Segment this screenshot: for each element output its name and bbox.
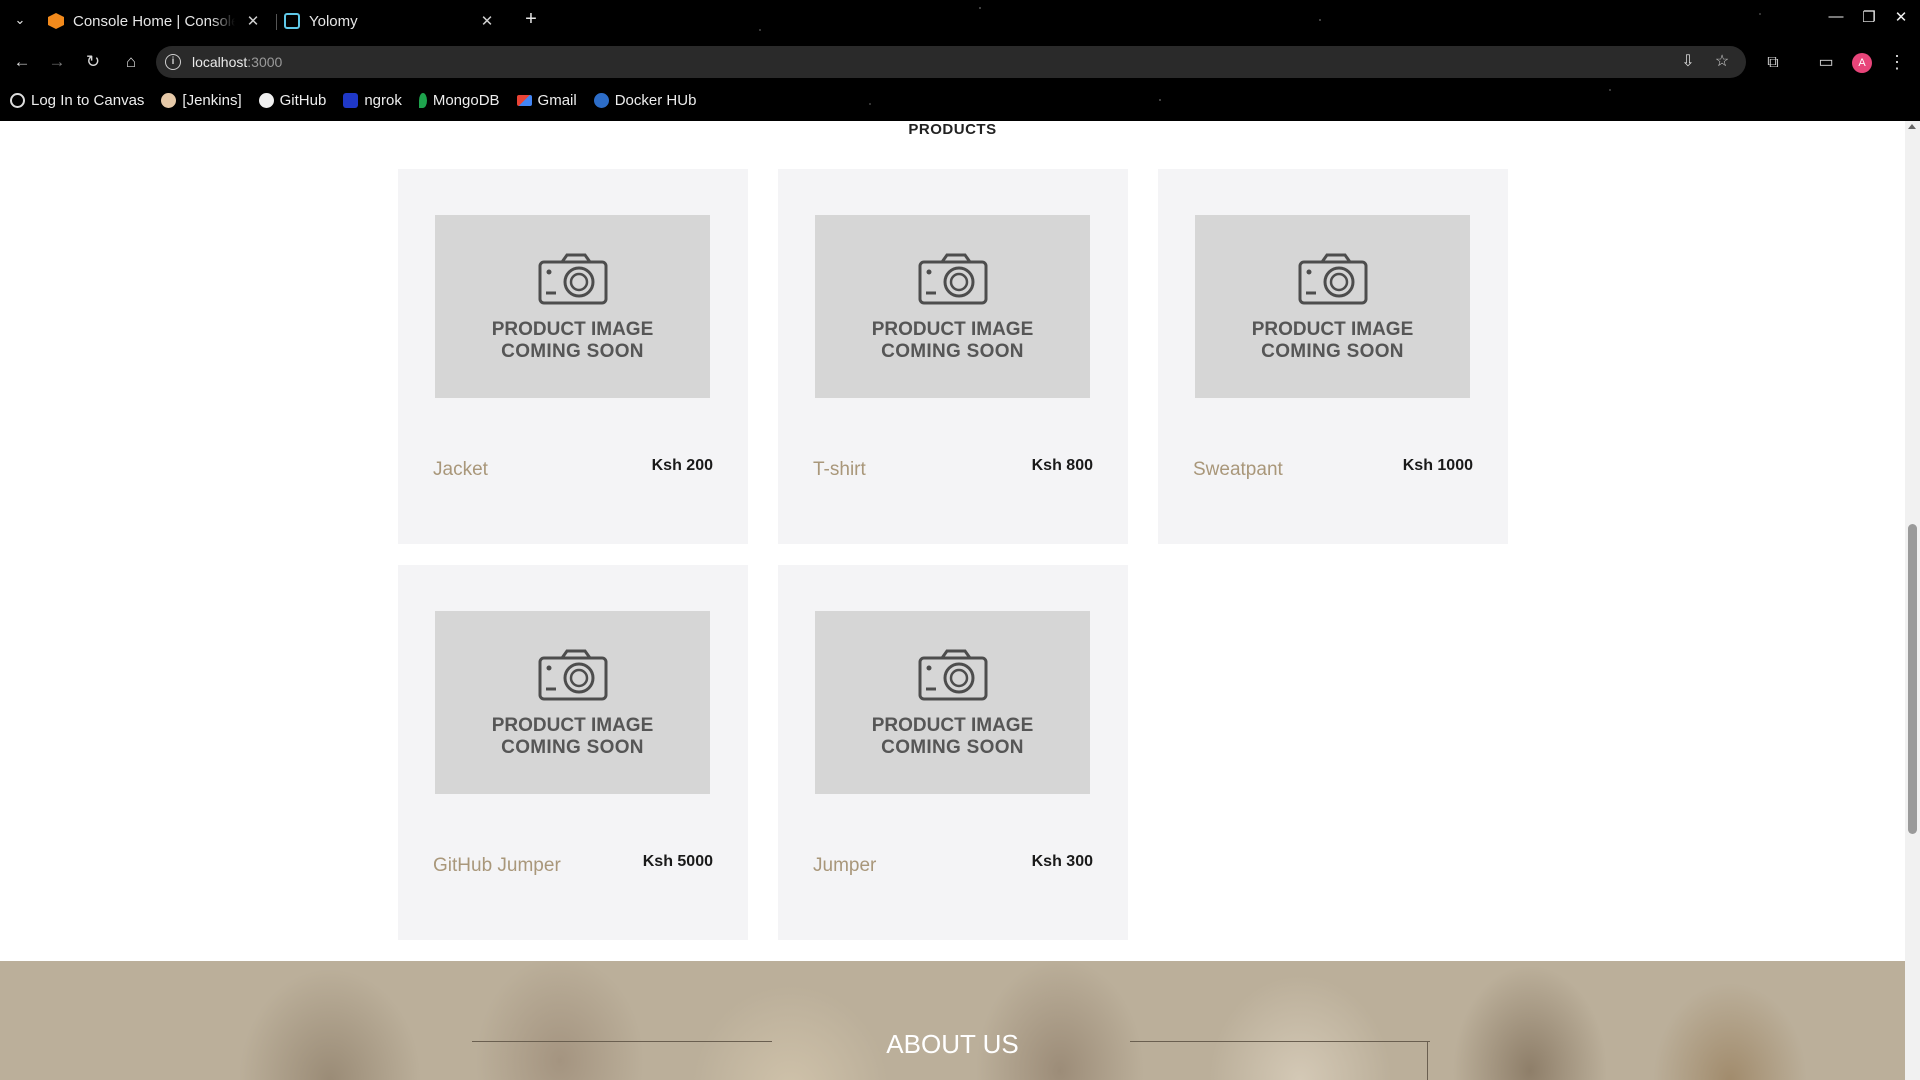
- minimize-button[interactable]: —: [1824, 8, 1848, 25]
- profile-avatar[interactable]: A: [1852, 53, 1872, 73]
- bookmark-label: MongoDB: [432, 91, 500, 109]
- bookmark-gmail[interactable]: Gmail: [516, 91, 577, 109]
- camera-icon: [1298, 253, 1368, 305]
- camera-icon: [918, 253, 988, 305]
- github-icon: [258, 92, 274, 108]
- site-info-icon[interactable]: i: [165, 54, 181, 70]
- product-image-placeholder: PRODUCT IMAGE COMING SOON: [1195, 215, 1470, 398]
- tab-console-home[interactable]: Console Home | Console ✕: [48, 6, 268, 36]
- bookmark-mongodb[interactable]: MongoDB: [418, 91, 500, 109]
- canvas-icon: [10, 92, 25, 108]
- page-viewport: PRODUCTS PRODUCT IMAGE COMING SOON Jacke…: [0, 121, 1905, 1080]
- bookmark-label: GitHub: [279, 91, 327, 109]
- product-name[interactable]: T-shirt: [813, 459, 866, 481]
- about-us-heading: ABOUT US: [886, 1029, 1019, 1059]
- url-host: localhost: [192, 54, 248, 70]
- new-tab-button[interactable]: +: [520, 8, 542, 31]
- about-us-banner: ABOUT US: [0, 961, 1905, 1080]
- placeholder-line-1: PRODUCT IMAGE: [491, 715, 654, 736]
- bookmark-label: [Jenkins]: [182, 91, 242, 109]
- product-name[interactable]: Jacket: [433, 459, 488, 481]
- product-card[interactable]: PRODUCT IMAGE COMING SOON Jumper Ksh 300: [778, 565, 1128, 940]
- bookmarks-bar: Log In to Canvas [Jenkins] GitHub ngrok …: [10, 88, 713, 112]
- product-image-placeholder: PRODUCT IMAGE COMING SOON: [815, 611, 1090, 794]
- gmail-icon: [516, 94, 532, 106]
- ngrok-icon: [343, 92, 359, 108]
- bookmark-label: ngrok: [364, 91, 402, 109]
- camera-icon: [538, 253, 608, 305]
- url-text[interactable]: localhost:3000: [192, 54, 282, 70]
- camera-icon: [918, 649, 988, 701]
- browser-menu-icon[interactable]: ⋮: [1888, 52, 1906, 73]
- placeholder-line-2: COMING SOON: [881, 341, 1024, 362]
- placeholder-line-1: PRODUCT IMAGE: [871, 319, 1034, 340]
- browser-toolbar: ← → ↻ ⌂ i localhost:3000 ⇩ ☆ ⧉ ▭ A ⋮: [0, 44, 1920, 80]
- product-price: Ksh 800: [1031, 457, 1093, 474]
- tab-strip: ⌄ Console Home | Console ✕ Yolomy ✕ + — …: [0, 0, 1920, 40]
- products-heading: PRODUCTS: [908, 121, 997, 138]
- product-price: Ksh 300: [1031, 853, 1093, 870]
- extensions-puzzle-icon[interactable]: ⧉: [1762, 52, 1784, 74]
- home-button[interactable]: ⌂: [119, 50, 143, 74]
- tab-search-chevron-icon[interactable]: ⌄: [10, 10, 30, 30]
- install-app-icon[interactable]: ⇩: [1678, 52, 1698, 72]
- reload-button[interactable]: ↻: [81, 50, 105, 74]
- bookmark-canvas[interactable]: Log In to Canvas: [10, 92, 144, 109]
- scroll-up-arrow-icon[interactable]: [1908, 124, 1916, 129]
- docker-icon: [593, 92, 609, 108]
- restore-button[interactable]: ❐: [1857, 8, 1881, 26]
- bookmark-star-icon[interactable]: ☆: [1712, 52, 1732, 72]
- product-card[interactable]: PRODUCT IMAGE COMING SOON GitHub Jumper …: [398, 565, 748, 940]
- tab-title: Console Home | Console: [73, 12, 235, 30]
- tab-close-icon[interactable]: ✕: [479, 12, 495, 30]
- bookmark-label: Gmail: [537, 91, 577, 109]
- product-card[interactable]: PRODUCT IMAGE COMING SOON T-shirt Ksh 80…: [778, 169, 1128, 544]
- bookmark-github[interactable]: GitHub: [258, 91, 327, 109]
- cast-icon[interactable]: ▭: [1815, 52, 1837, 74]
- bookmark-label: Docker HUb: [614, 91, 697, 109]
- product-card[interactable]: PRODUCT IMAGE COMING SOON Jacket Ksh 200: [398, 169, 748, 544]
- browser-chrome: ⌄ Console Home | Console ✕ Yolomy ✕ + — …: [0, 0, 1920, 121]
- product-image-placeholder: PRODUCT IMAGE COMING SOON: [815, 215, 1090, 398]
- placeholder-line-2: COMING SOON: [881, 737, 1024, 758]
- back-button[interactable]: ←: [10, 50, 34, 74]
- react-favicon-icon: [284, 13, 300, 29]
- close-window-button[interactable]: ✕: [1889, 8, 1913, 26]
- forward-button[interactable]: →: [45, 50, 69, 74]
- product-image-placeholder: PRODUCT IMAGE COMING SOON: [435, 215, 710, 398]
- placeholder-line-2: COMING SOON: [501, 737, 644, 758]
- url-port: :3000: [247, 54, 283, 70]
- scrollbar-thumb[interactable]: [1908, 524, 1917, 834]
- mongodb-leaf-icon: [418, 92, 427, 108]
- product-image-placeholder: PRODUCT IMAGE COMING SOON: [435, 611, 710, 794]
- placeholder-line-1: PRODUCT IMAGE: [1251, 319, 1414, 340]
- bookmark-jenkins[interactable]: [Jenkins]: [161, 91, 242, 109]
- bookmark-label: Log In to Canvas: [31, 91, 145, 109]
- product-price: Ksh 5000: [642, 853, 713, 870]
- product-name[interactable]: Jumper: [813, 855, 876, 877]
- page-scrollbar[interactable]: [1905, 121, 1920, 1080]
- product-card[interactable]: PRODUCT IMAGE COMING SOON Sweatpant Ksh …: [1158, 169, 1508, 544]
- tab-separator: [276, 14, 277, 30]
- tab-title: Yolomy: [309, 12, 358, 30]
- placeholder-line-1: PRODUCT IMAGE: [871, 715, 1034, 736]
- product-price: Ksh 200: [651, 457, 713, 474]
- placeholder-line-2: COMING SOON: [1261, 341, 1404, 362]
- bookmark-ngrok[interactable]: ngrok: [343, 92, 402, 109]
- product-name[interactable]: GitHub Jumper: [433, 855, 561, 877]
- aws-favicon-icon: [48, 13, 64, 29]
- product-name[interactable]: Sweatpant: [1193, 459, 1283, 481]
- placeholder-line-2: COMING SOON: [501, 341, 644, 362]
- jenkins-icon: [161, 92, 177, 108]
- product-price: Ksh 1000: [1402, 457, 1473, 474]
- tab-close-icon[interactable]: ✕: [245, 12, 261, 30]
- address-bar[interactable]: i localhost:3000 ⇩ ☆: [156, 46, 1746, 78]
- bookmark-docker-hub[interactable]: Docker HUb: [593, 91, 697, 109]
- camera-icon: [538, 649, 608, 701]
- tab-yolomy[interactable]: Yolomy ✕: [284, 6, 506, 36]
- placeholder-line-1: PRODUCT IMAGE: [491, 319, 654, 340]
